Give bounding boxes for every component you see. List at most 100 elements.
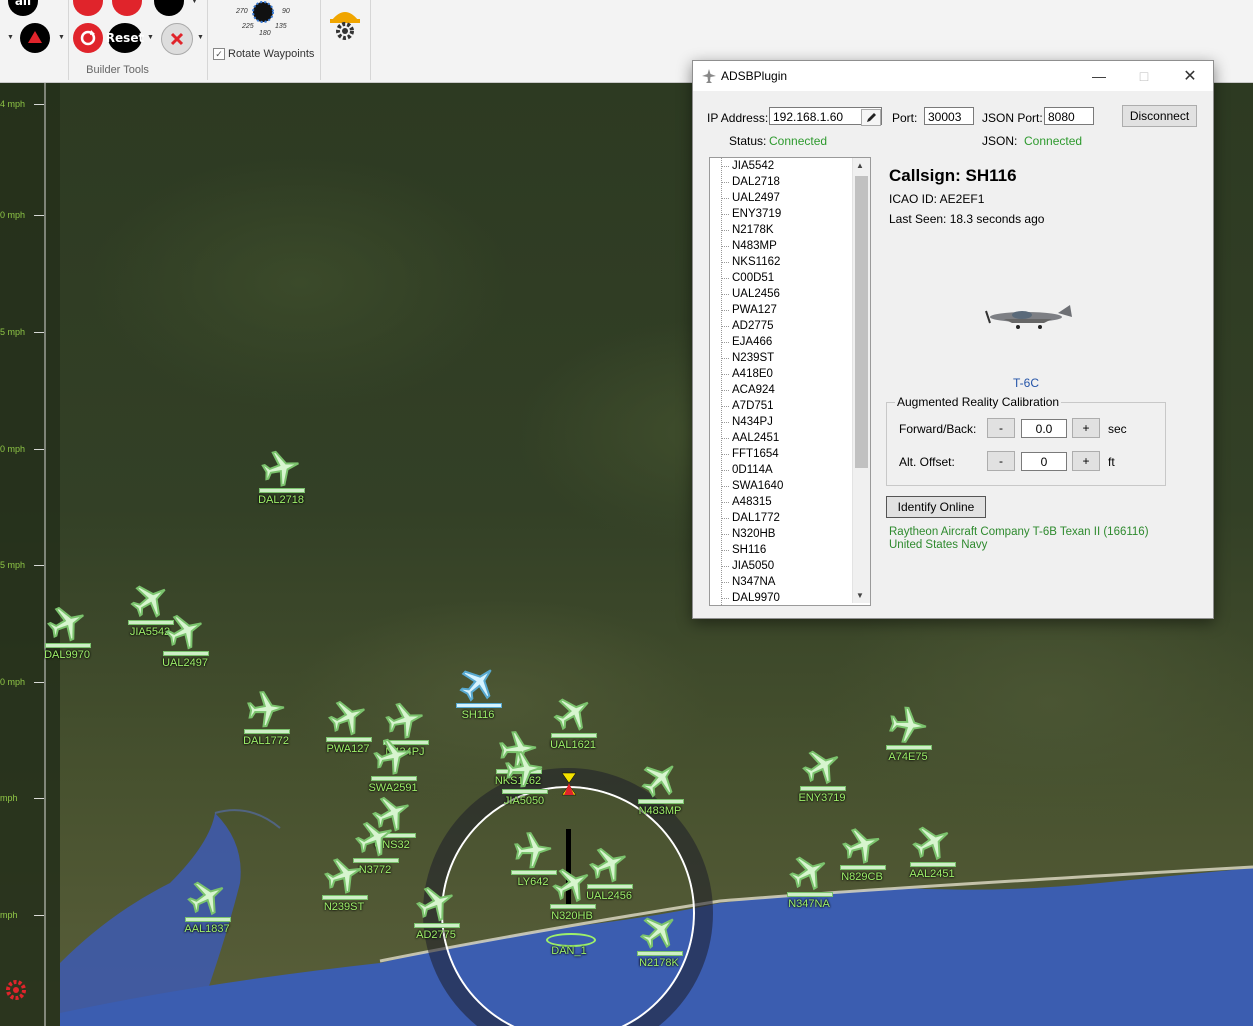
scroll-up-icon[interactable]: ▲ [856, 161, 864, 170]
callsign-list-item[interactable]: A48315 [710, 494, 870, 510]
aircraft-marker[interactable]: N483MP [630, 759, 690, 819]
alt-offset-field[interactable]: 0 [1021, 452, 1067, 471]
callsign-list-item[interactable]: UAL2456 [710, 286, 870, 302]
callsign-list-item[interactable]: AAL2451 [710, 430, 870, 446]
callsign-list-item[interactable]: SWA1640 [710, 478, 870, 494]
waypoint-gear-icon[interactable] [2, 976, 30, 1004]
callsign-list-item[interactable]: FFT1654 [710, 446, 870, 462]
remove-button[interactable] [112, 0, 142, 16]
aircraft-marker[interactable]: A74E75 [878, 705, 938, 765]
callsign-list-item[interactable]: JIA5050 [710, 558, 870, 574]
callsign-list-item[interactable]: N2178K [710, 222, 870, 238]
dropdown-arrow-icon[interactable]: ▼ [191, 0, 198, 5]
rotate-waypoints-checkbox[interactable]: ✓ Rotate Waypoints [213, 48, 314, 60]
forward-minus-button[interactable]: - [987, 418, 1015, 438]
aircraft-marker[interactable]: UAL1621 [543, 693, 603, 753]
clear-button[interactable] [73, 0, 103, 16]
callsign-list-item[interactable]: C00D51 [710, 270, 870, 286]
aircraft-callsign-label: N347NA [788, 898, 830, 910]
identify-online-button[interactable]: Identify Online [886, 496, 986, 518]
scrollbar-thumb[interactable] [855, 176, 868, 468]
alt-minus-button[interactable]: - [987, 451, 1015, 471]
callsign-list-item[interactable]: N434PJ [710, 414, 870, 430]
aircraft-marker[interactable]: N239ST [314, 855, 374, 915]
aircraft-marker[interactable]: N2178K [629, 911, 689, 971]
aircraft-icon [842, 828, 880, 864]
json-port-field[interactable]: 8080 [1044, 107, 1094, 125]
edit-ip-button[interactable] [861, 109, 881, 126]
alt-plus-button[interactable]: + [1072, 451, 1100, 471]
port-field[interactable]: 30003 [924, 107, 974, 125]
aircraft-marker[interactable]: SWA2591 [363, 736, 423, 796]
aircraft-icon [552, 868, 589, 903]
aircraft-marker[interactable]: UAL2497 [155, 611, 215, 671]
callsign-list-item[interactable]: DAL2718 [710, 174, 870, 190]
dropdown-arrow-icon[interactable]: ▼ [7, 34, 14, 41]
waypoint-up-button[interactable] [20, 23, 50, 53]
all-button[interactable]: all [8, 0, 38, 16]
callsign-list-item[interactable]: N320HB [710, 526, 870, 542]
alt-offset-label: Alt. Offset: [899, 455, 955, 469]
aircraft-marker[interactable]: JIA5050 [494, 749, 554, 809]
dropdown-arrow-icon[interactable]: ▼ [147, 34, 154, 41]
callsign-list-item[interactable]: EJA466 [710, 334, 870, 350]
list-scrollbar[interactable]: ▲ ▼ [852, 158, 870, 603]
callsign-list-item[interactable]: ENY3719 [710, 206, 870, 222]
aircraft-altitude-bar [551, 733, 597, 738]
aircraft-icon [912, 826, 949, 861]
dropdown-arrow-icon[interactable]: ▼ [197, 34, 204, 41]
callsign-list-item[interactable]: JIA5542 [710, 158, 870, 174]
callsign-list-item[interactable]: SH116 [710, 542, 870, 558]
delete-button[interactable] [161, 23, 193, 55]
minimize-button[interactable]: — [1076, 61, 1122, 91]
callsign-list-item[interactable]: N239ST [710, 350, 870, 366]
speed-tick-label: mph [0, 910, 43, 920]
aircraft-marker[interactable]: DAL2718 [251, 448, 311, 508]
callsign-list-item[interactable]: NKS1162 [710, 254, 870, 270]
aircraft-callsign-label: AAL2451 [909, 868, 955, 880]
aircraft-icon [416, 886, 453, 922]
aircraft-marker[interactable]: DAL9970 [37, 603, 97, 663]
aircraft-callsign-label: A74E75 [888, 751, 928, 763]
aircraft-icon [261, 450, 299, 487]
aircraft-marker[interactable]: AAL1837 [177, 877, 237, 937]
callsign-list-item[interactable]: UAL2497 [710, 190, 870, 206]
aircraft-type-label: T-6C [1013, 376, 1040, 390]
builder-helmet-icon[interactable] [328, 4, 362, 40]
aircraft-marker[interactable]: DAL1772 [236, 689, 296, 749]
aircraft-icon [889, 706, 927, 743]
window-titlebar[interactable]: ADSBPlugin — □ ✕ [693, 61, 1213, 91]
callsign-list-item[interactable]: N483MP [710, 238, 870, 254]
callsign-list-item[interactable]: DAL9970 [710, 590, 870, 605]
aircraft-marker[interactable]: SH116 [448, 663, 508, 723]
refresh-button[interactable] [73, 23, 103, 53]
callsign-list-item[interactable]: AD2775 [710, 318, 870, 334]
callsign-list-item[interactable]: DAL1772 [710, 510, 870, 526]
callsign-list-item[interactable]: PWA127 [710, 302, 870, 318]
callsign-list-item[interactable]: A418E0 [710, 366, 870, 382]
maximize-button[interactable]: □ [1121, 61, 1167, 91]
aircraft-altitude-bar [550, 904, 596, 909]
callsign-list-item[interactable]: 0D114A [710, 462, 870, 478]
aircraft-marker[interactable]: N320HB [542, 864, 602, 924]
speed-tick-label: 5 mph [0, 327, 45, 337]
aircraft-marker[interactable]: AD2775 [406, 883, 466, 943]
callsign-list-item[interactable]: N347NA [710, 574, 870, 590]
aircraft-marker[interactable]: AAL2451 [902, 822, 962, 882]
dropdown-arrow-icon[interactable]: ▼ [58, 34, 65, 41]
checkbox-icon[interactable]: ✓ [213, 48, 225, 60]
aircraft-icon [165, 614, 202, 650]
callsign-list-item[interactable]: ACA924 [710, 382, 870, 398]
fence-button[interactable] [154, 0, 184, 16]
aircraft-marker[interactable]: N347NA [779, 852, 839, 912]
disconnect-button[interactable]: Disconnect [1122, 105, 1197, 127]
callsign-tree-list[interactable]: JIA5542 DAL2718 UAL2497 ENY3719 N2178K N483MP… [709, 157, 871, 606]
close-button[interactable]: ✕ [1167, 61, 1213, 91]
forward-plus-button[interactable]: + [1072, 418, 1100, 438]
scroll-down-icon[interactable]: ▼ [856, 591, 864, 600]
forward-back-field[interactable]: 0.0 [1021, 419, 1067, 438]
aircraft-altitude-bar [163, 651, 209, 656]
reset-button[interactable]: Reset [106, 23, 144, 53]
callsign-list-item[interactable]: A7D751 [710, 398, 870, 414]
aircraft-marker[interactable]: ENY3719 [792, 746, 852, 806]
